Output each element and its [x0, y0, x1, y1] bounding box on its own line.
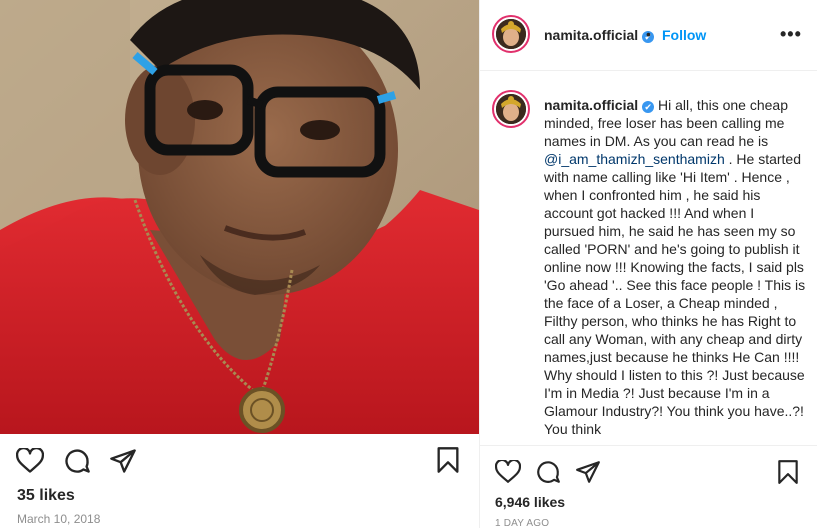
heart-icon[interactable] — [492, 456, 524, 488]
caption-avatar[interactable] — [492, 90, 530, 128]
avatar[interactable] — [492, 15, 530, 53]
left-post: 35 likes March 10, 2018 — [0, 0, 479, 528]
bookmark-icon[interactable] — [432, 444, 464, 476]
likes-count[interactable]: 6,946 likes — [495, 494, 565, 510]
follow-button[interactable]: Follow — [662, 27, 706, 43]
author-username[interactable]: namita.official ✔ — [544, 27, 655, 43]
caption-verified-icon: ✔ — [642, 101, 655, 113]
post-caption: namita.official ✔ Hi all, this one cheap … — [544, 96, 808, 438]
comment-icon[interactable] — [61, 445, 93, 477]
comment-icon[interactable] — [532, 456, 564, 488]
caption-area: namita.official ✔ Hi all, this one cheap … — [480, 72, 817, 445]
right-action-bar — [480, 445, 817, 528]
share-icon[interactable] — [107, 445, 139, 477]
share-icon[interactable] — [572, 456, 604, 488]
post-photo[interactable] — [0, 0, 479, 434]
caption-mention-link[interactable]: @i_am_thamizh_senthamizh — [544, 151, 725, 167]
separator-dot: • — [646, 26, 651, 42]
post-timestamp[interactable]: 1 DAY AGO — [495, 518, 549, 528]
author-name-text[interactable]: namita.official — [544, 27, 638, 43]
caption-text-2: . He started with name calling like 'Hi … — [544, 151, 806, 437]
caption-username[interactable]: namita.official — [544, 97, 638, 113]
heart-icon[interactable] — [14, 445, 46, 477]
post-header: namita.official ✔ • Follow ••• — [480, 0, 817, 71]
selfie-image — [0, 0, 479, 434]
post-date: March 10, 2018 — [17, 512, 101, 526]
bookmark-icon[interactable] — [772, 456, 804, 488]
post-panel: namita.official ✔ • Follow ••• namita.off… — [479, 0, 817, 528]
likes-count[interactable]: 35 likes — [17, 487, 75, 505]
more-options-icon[interactable]: ••• — [780, 24, 802, 45]
